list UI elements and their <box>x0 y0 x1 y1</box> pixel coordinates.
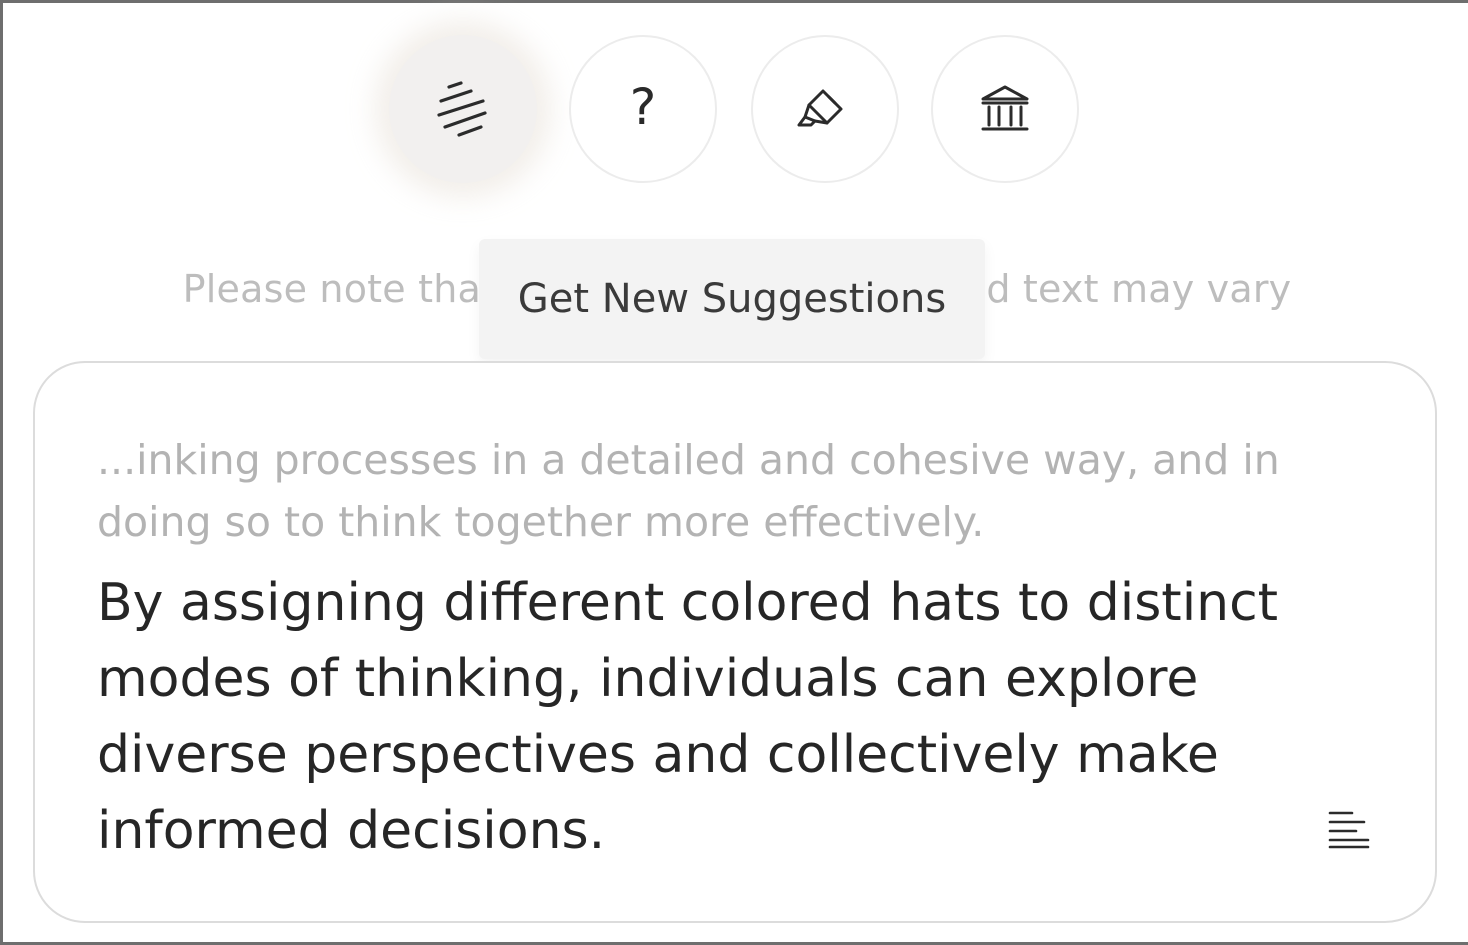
context-text: ...inking processes in a detailed and co… <box>97 436 1280 546</box>
suggestion-text[interactable]: By assigning different colored hats to d… <box>97 565 1317 869</box>
suggestion-panel: ...inking processes in a detailed and co… <box>33 361 1437 923</box>
get-new-suggestions-button[interactable] <box>389 35 537 183</box>
question-mark-icon: ? <box>629 78 657 136</box>
bank-building-icon <box>981 85 1029 131</box>
app-frame: ? Please note that the style o <box>0 0 1468 945</box>
highlighter-icon <box>797 89 843 127</box>
lines-slanted-icon <box>437 81 487 137</box>
formal-button[interactable] <box>931 35 1079 183</box>
align-left-icon <box>1328 811 1370 849</box>
highlight-button[interactable] <box>751 35 899 183</box>
get-new-suggestions-tooltip: Get New Suggestions <box>479 239 985 359</box>
help-button[interactable]: ? <box>569 35 717 183</box>
align-left-button[interactable] <box>1325 805 1373 853</box>
